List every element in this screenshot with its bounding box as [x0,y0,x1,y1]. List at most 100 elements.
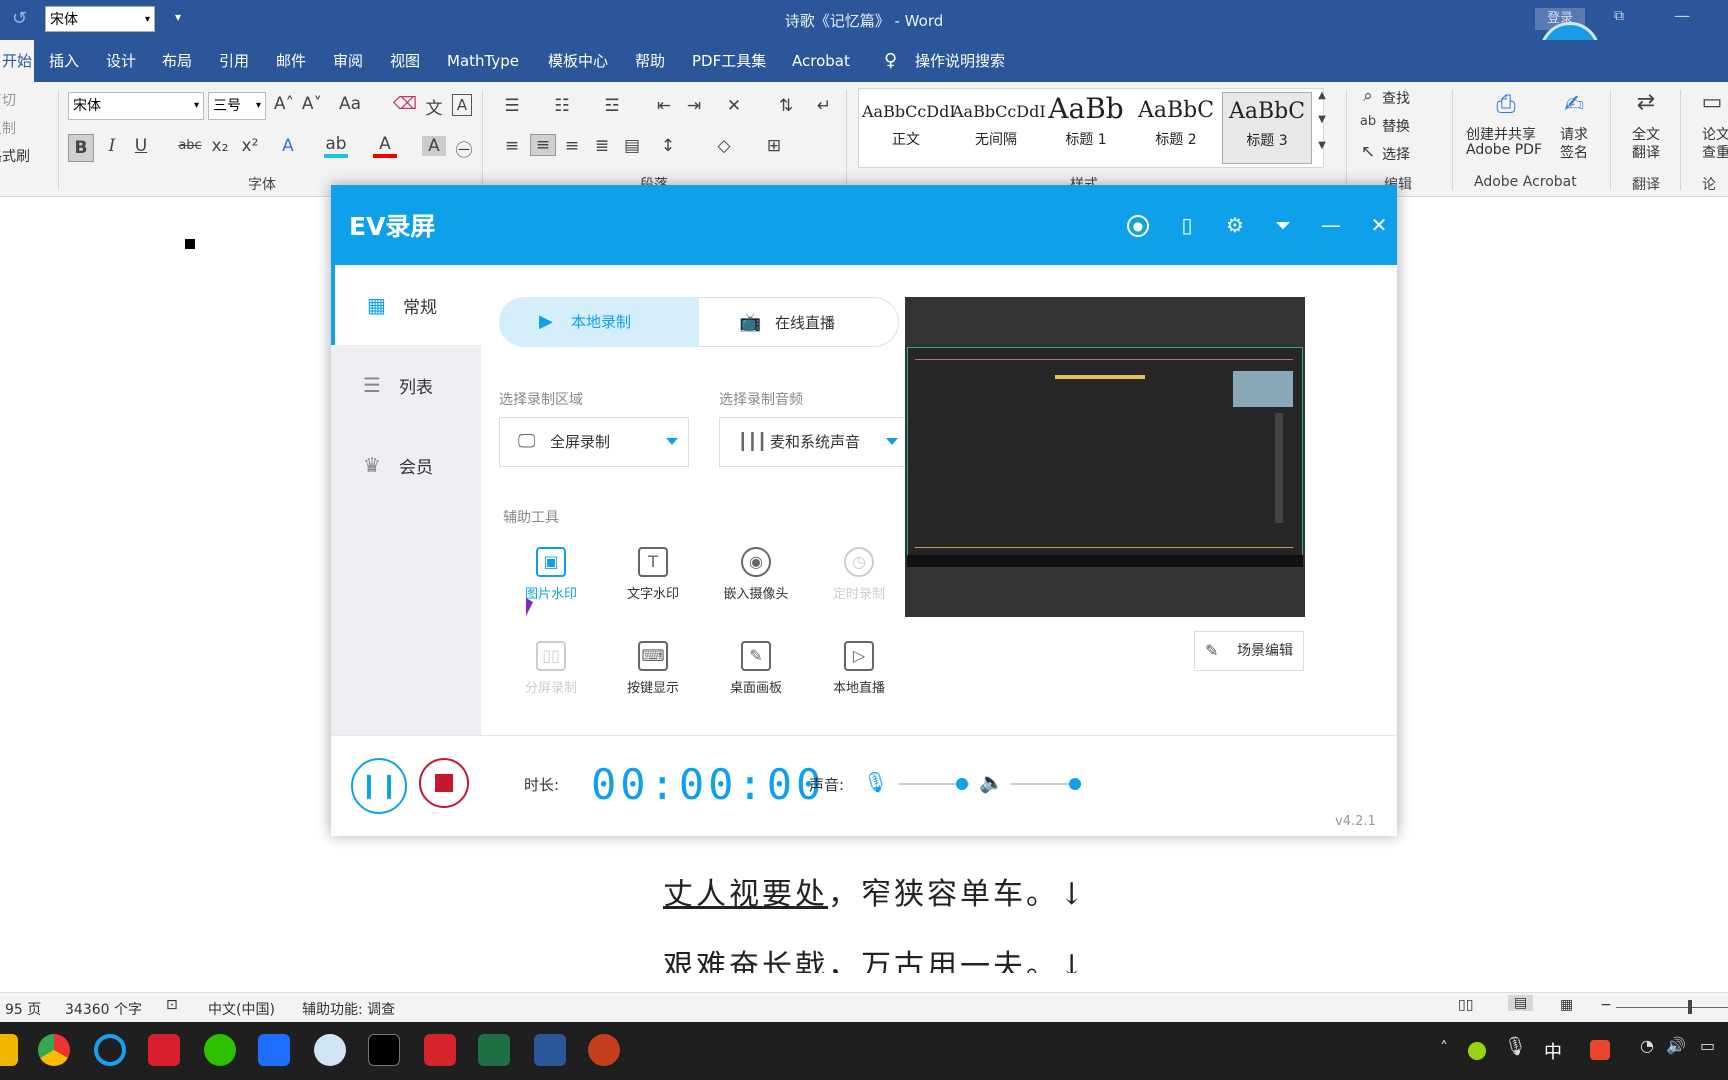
powerpoint-icon[interactable] [588,1034,620,1066]
speaker-volume-thumb[interactable] [1069,778,1081,790]
sort-icon[interactable]: ⇅ [774,96,798,116]
char-shading-icon[interactable]: A [422,136,446,156]
bold-icon[interactable]: B [68,134,94,162]
ev-header[interactable]: EV录屏 ● ▯ ⚙ ⏷ — ✕ [331,185,1397,265]
minimize-icon[interactable]: — [1674,6,1690,25]
font-name-select[interactable]: 宋体 ▾ [68,92,204,120]
font-color-icon[interactable]: A [373,134,397,158]
ribbon-display-icon[interactable]: ⧉ [1614,8,1624,24]
align-right-icon[interactable]: ≡ [560,136,584,156]
multilevel-list-icon[interactable]: ☲ [600,96,624,116]
paper-check-label2[interactable]: 查重 [1702,142,1728,162]
scene-edit-button[interactable]: ✎ 场景编辑 [1194,631,1304,671]
read-mode-icon[interactable]: ▯▯ [1458,997,1473,1013]
increase-indent-icon[interactable]: ⇥ [682,96,706,116]
tab-online-live[interactable]: 📺 在线直播 [699,297,899,347]
account-icon[interactable]: ● [1127,215,1149,237]
cut-button[interactable]: 剪切 [0,90,16,110]
print-layout-icon[interactable]: ▤ [1508,995,1534,1011]
decrease-indent-icon[interactable]: ⇤ [652,96,676,116]
tab-help[interactable]: 帮助 [635,40,665,82]
tab-pdf-tools[interactable]: PDF工具集 [692,40,766,82]
keystroke-display-tool[interactable]: ⌨ 按键显示 [608,641,698,696]
create-share-pdf-label1[interactable]: 创建并共享 [1466,124,1536,144]
styles-scroll-down-icon[interactable]: ▼ [1310,114,1334,125]
wps-icon[interactable] [424,1034,456,1066]
underline-icon[interactable]: U [129,136,153,156]
italic-icon[interactable]: I [100,136,124,156]
change-case-icon[interactable]: Aa [338,94,362,114]
chinese-layout-icon[interactable]: ✕ [722,96,746,116]
mobile-icon[interactable]: ▯ [1173,211,1201,239]
numbering-icon[interactable]: ☷ [550,96,574,116]
line-spacing-icon[interactable]: ↕ [656,136,680,156]
word-icon[interactable] [534,1034,566,1066]
font-size-select[interactable]: 三号 ▾ [208,92,266,120]
ime-indicator[interactable]: 中 [1544,1038,1562,1064]
tab-references[interactable]: 引用 [219,40,249,82]
capcut-icon[interactable] [368,1034,400,1066]
strikethrough-icon[interactable]: abc [178,138,202,153]
language[interactable]: 中文(中国) [208,999,275,1019]
feishu-icon[interactable] [258,1034,290,1066]
text-watermark-tool[interactable]: T 文字水印 [608,547,698,602]
full-translate-label2[interactable]: 翻译 [1632,142,1660,162]
tab-design[interactable]: 设计 [106,40,136,82]
collapse-icon[interactable]: ⏷ [1269,211,1297,239]
zoom-slider[interactable] [1616,1007,1728,1008]
volume-icon[interactable]: 🔊 [1666,1036,1686,1055]
settings-gear-icon[interactable]: ⚙ [1221,211,1249,239]
subscript-icon[interactable]: x₂ [208,136,232,156]
tab-insert[interactable]: 插入 [49,40,79,82]
search-app-icon[interactable] [94,1034,126,1066]
battery-icon[interactable]: ▭ [1700,1036,1715,1055]
tab-layout[interactable]: 布局 [162,40,192,82]
align-center-icon[interactable]: ≡ [530,134,556,156]
highlight-icon[interactable]: ab [324,134,348,158]
phonetic-guide-icon[interactable]: 文 [422,94,446,119]
desktop-canvas-tool[interactable]: ✎ 桌面画板 [711,641,801,696]
file-explorer-icon[interactable] [0,1034,18,1066]
text-effects-icon[interactable]: A [276,136,300,156]
paper-check-label1[interactable]: 论文 [1702,124,1728,144]
vector-app-icon[interactable] [148,1034,180,1066]
tab-mathtype[interactable]: MathType [447,40,519,82]
tray-chevron-icon[interactable]: ˄ [1440,1038,1448,1057]
copy-button[interactable]: 复制 [0,118,16,138]
style-normal[interactable]: AaBbCcDdI 正文 [862,92,956,162]
select-button[interactable]: 选择 [1382,144,1410,164]
grow-font-icon[interactable]: A˄ [272,94,296,114]
page-count[interactable]: 95 页 [5,999,41,1019]
full-translate-label1[interactable]: 全文 [1632,124,1660,144]
microphone-icon[interactable]: 🎙 [863,770,888,794]
tray-app-icon[interactable] [1468,1042,1486,1060]
style-heading2[interactable]: AaBbC 标题 2 [1132,92,1220,162]
tell-me-search[interactable]: 操作说明搜索 [915,40,1005,82]
tab-view[interactable]: 视图 [390,40,420,82]
replace-button[interactable]: 替换 [1382,116,1410,136]
shrink-font-icon[interactable]: A˅ [300,94,324,114]
clear-format-icon[interactable]: ⌫ [393,94,417,114]
proofing-icon[interactable]: ⊡ [166,997,178,1013]
webcam-tool[interactable]: ◉ 嵌入摄像头 [711,547,801,602]
tab-home[interactable]: 开始 [0,40,34,82]
wechat-icon[interactable] [204,1034,236,1066]
local-live-tool[interactable]: ▷ 本地直播 [814,641,904,696]
sogou-icon[interactable] [1590,1040,1610,1060]
justify-icon[interactable]: ≣ [590,136,614,156]
sidebar-item-member[interactable]: ♛ 会员 [331,425,481,505]
stop-button[interactable] [419,758,469,808]
tab-templates[interactable]: 模板中心 [548,40,608,82]
minimize-icon[interactable]: — [1317,211,1345,239]
shading-icon[interactable]: ◇ [712,136,736,156]
char-border-icon[interactable]: A [452,94,472,116]
styles-scroll-up-icon[interactable]: ▲ [1310,90,1334,101]
distribute-icon[interactable]: ▤ [620,136,644,156]
superscript-icon[interactable]: x² [238,136,262,156]
format-painter-button[interactable]: 格式刷 [0,146,30,166]
tab-acrobat[interactable]: Acrobat [792,40,850,82]
mic-volume-thumb[interactable] [956,778,968,790]
microphone-tray-icon[interactable]: 🎙 [1504,1036,1527,1057]
show-marks-icon[interactable]: ↵ [812,96,836,116]
create-share-pdf-label2[interactable]: Adobe PDF [1466,142,1542,158]
